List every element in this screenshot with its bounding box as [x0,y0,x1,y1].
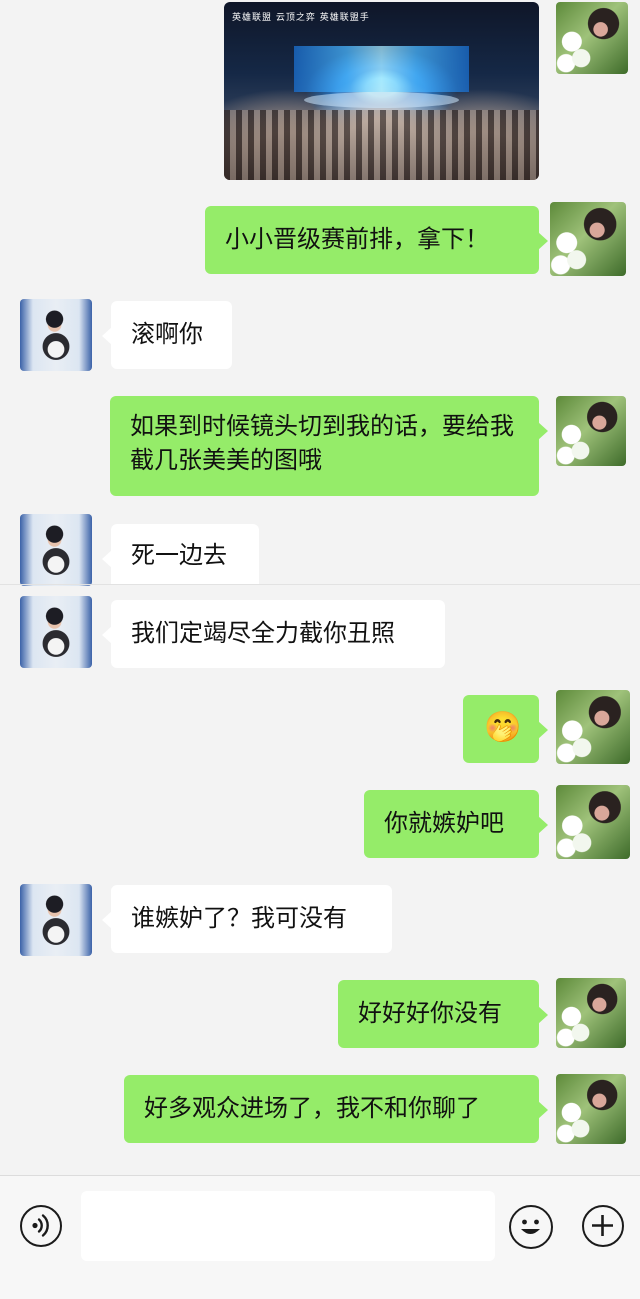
voice-icon [32,1214,49,1237]
my-avatar[interactable] [556,396,626,466]
message-bubble[interactable]: 谁嫉妒了？我可没有 [102,885,392,953]
message-bubble[interactable]: 好好好你没有 [338,980,548,1048]
message-bubble[interactable]: 你就嫉妒吧 [364,790,548,858]
message-bubble[interactable]: 如果到时候镜头切到我的话，要给我截几张美美的图哦 [110,396,548,496]
my-avatar[interactable] [556,1074,626,1144]
stage-platform [304,92,459,108]
message-input[interactable] [81,1191,495,1261]
my-avatar[interactable] [556,2,628,74]
photo-logos: 英雄联盟 云顶之弈 英雄联盟手 [232,13,370,23]
contact-avatar[interactable] [20,514,92,586]
my-avatar[interactable] [556,785,630,859]
input-bar [0,1175,640,1299]
contact-avatar[interactable] [20,299,92,371]
contact-avatar[interactable] [20,884,92,956]
plus-button[interactable] [582,1205,624,1247]
message-bubble[interactable]: 小小晋级赛前排，拿下！ [205,206,548,274]
stage-screen [294,46,469,92]
hand-over-mouth-emoji: 🤭 [484,710,522,745]
my-avatar[interactable] [556,978,626,1048]
shared-photo[interactable]: 英雄联盟 云顶之弈 英雄联盟手 [224,2,539,180]
screenshot-seam [0,584,640,585]
my-avatar[interactable] [550,202,626,276]
contact-avatar[interactable] [20,596,92,668]
plus-icon [592,1215,613,1236]
message-bubble[interactable]: 死一边去 [102,524,259,585]
chat-area: 英雄联盟 云顶之弈 英雄联盟手 小小晋级赛前排，拿下！ 滚啊你 如果到时候镜头切… [0,0,640,1175]
audience-crowd [224,110,539,180]
emoji-button[interactable] [509,1205,553,1249]
emoji-icon [521,1219,540,1234]
message-bubble[interactable]: 我们定竭尽全力截你丑照 [102,600,445,668]
message-bubble[interactable]: 滚啊你 [102,301,232,369]
message-bubble[interactable]: 好多观众进场了，我不和你聊了 [124,1075,548,1143]
my-avatar[interactable] [556,690,630,764]
voice-button[interactable] [20,1205,62,1247]
